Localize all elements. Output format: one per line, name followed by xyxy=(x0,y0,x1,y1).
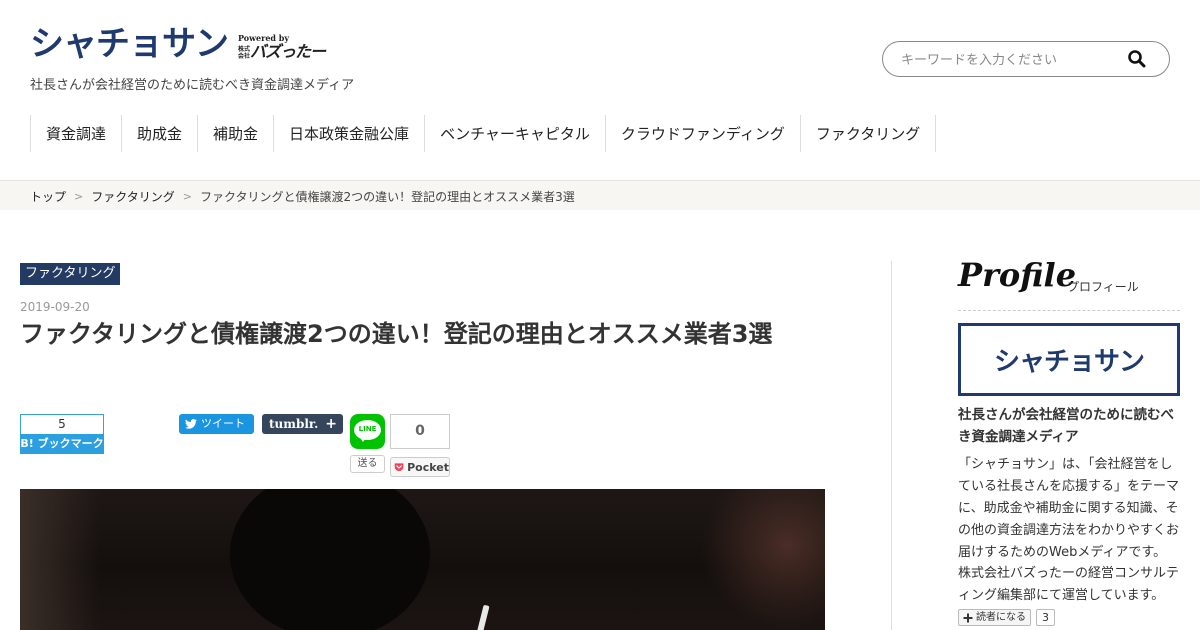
profile-operator-note: 株式会社バズったーの経営コンサルティング編集部にて運営しています。 xyxy=(958,566,1180,603)
profile-heading: Profile xyxy=(958,256,1077,294)
hatena-bookmark-count: 5 xyxy=(20,414,104,434)
nav-item-crowdfunding[interactable]: クラウドファンディング xyxy=(604,115,800,152)
pocket-button[interactable]: Pocket xyxy=(390,457,450,477)
breadcrumb-separator: > xyxy=(182,190,192,203)
breadcrumb-bar: トップ > ファクタリング > ファクタリングと債権譲渡2つの違い！登記の理由と… xyxy=(0,180,1200,210)
powered-by-mark: Powered by 株式会社 バズったー xyxy=(238,33,326,61)
breadcrumb-current: ファクタリングと債権譲渡2つの違い！登記の理由とオススメ業者3選 xyxy=(199,190,575,204)
profile-logo: シャチョサン xyxy=(958,323,1180,396)
logo-text: シャチョサン xyxy=(30,24,229,64)
tumblr-label: tumblr. xyxy=(269,417,319,431)
pocket-icon xyxy=(394,463,404,471)
nav-item-factoring[interactable]: ファクタリング xyxy=(799,115,937,152)
plus-icon: + xyxy=(325,416,337,432)
hatena-bookmark-widget[interactable]: 5 B! ブックマーク xyxy=(20,414,104,454)
site-tagline: 社長さんが会社経営のために読むべき資金調達メディア xyxy=(30,78,355,93)
subscriber-count: 3 xyxy=(1036,609,1055,626)
nav-item-jfc[interactable]: 日本政策金融公庫 xyxy=(273,115,424,152)
tumblr-share-button[interactable]: tumblr. + xyxy=(262,414,343,434)
post-date: 2019-09-20 xyxy=(20,300,90,314)
nav-item-shikin-chotatsu[interactable]: 資金調達 xyxy=(30,115,121,152)
profile-divider xyxy=(958,310,1180,311)
hatena-bookmark-button[interactable]: B! ブックマーク xyxy=(20,434,104,454)
search-input[interactable] xyxy=(901,50,1121,70)
line-send-button[interactable]: 送る xyxy=(350,455,385,473)
global-nav: 資金調達 助成金 補助金 日本政策金融公庫 ベンチャーキャピタル クラウドファン… xyxy=(30,115,937,152)
nav-item-venture-capital[interactable]: ベンチャーキャピタル xyxy=(424,115,605,152)
breadcrumb: トップ > ファクタリング > ファクタリングと債権譲渡2つの違い！登記の理由と… xyxy=(30,188,575,205)
profile-description: 「シャチョサン」は、「会社経営をしている社長さんを応援する」をテーマに、助成金や… xyxy=(958,457,1180,560)
powered-kaisha-label: 株式会社 xyxy=(238,46,251,60)
subscribe-label: 読者になる xyxy=(976,612,1026,623)
search-icon[interactable] xyxy=(1127,49,1147,69)
line-label: LINE xyxy=(358,425,377,433)
tweet-label: ツイート xyxy=(201,417,245,430)
profile-logo-text: シャチョサン xyxy=(993,347,1145,377)
line-share-icon[interactable]: LINE xyxy=(350,414,385,449)
column-divider xyxy=(891,261,892,630)
plus-icon xyxy=(963,613,973,622)
breadcrumb-category[interactable]: ファクタリング xyxy=(91,188,175,205)
pocket-count: 0 xyxy=(390,414,450,449)
breadcrumb-separator: > xyxy=(74,190,84,203)
category-badge[interactable]: ファクタリング xyxy=(20,263,121,285)
breadcrumb-home[interactable]: トップ xyxy=(30,188,66,205)
powered-by-label: Powered by xyxy=(238,33,290,43)
profile-subheading: プロフィール xyxy=(1067,280,1139,294)
pen-image-detail xyxy=(476,604,490,630)
profile-headline: 社長さんが会社経営のために読むべき資金調達メディア xyxy=(958,407,1174,445)
nav-item-hojokin[interactable]: 補助金 xyxy=(197,115,273,152)
site-logo[interactable]: シャチョサン Powered by 株式会社 バズったー xyxy=(30,24,326,64)
article-hero-image xyxy=(20,489,825,630)
subscribe-widget: 読者になる 3 xyxy=(958,609,1055,626)
nav-item-joseikin[interactable]: 助成金 xyxy=(121,115,197,152)
search-box xyxy=(882,41,1170,77)
powered-company-name: バズったー xyxy=(250,42,326,61)
article-title: ファクタリングと債権譲渡2つの違い！登記の理由とオススメ業者3選 xyxy=(20,320,773,348)
subscribe-button[interactable]: 読者になる xyxy=(958,609,1031,626)
pocket-label: Pocket xyxy=(407,460,449,474)
twitter-bird-icon xyxy=(185,419,197,429)
tweet-button[interactable]: ツイート xyxy=(179,414,254,434)
